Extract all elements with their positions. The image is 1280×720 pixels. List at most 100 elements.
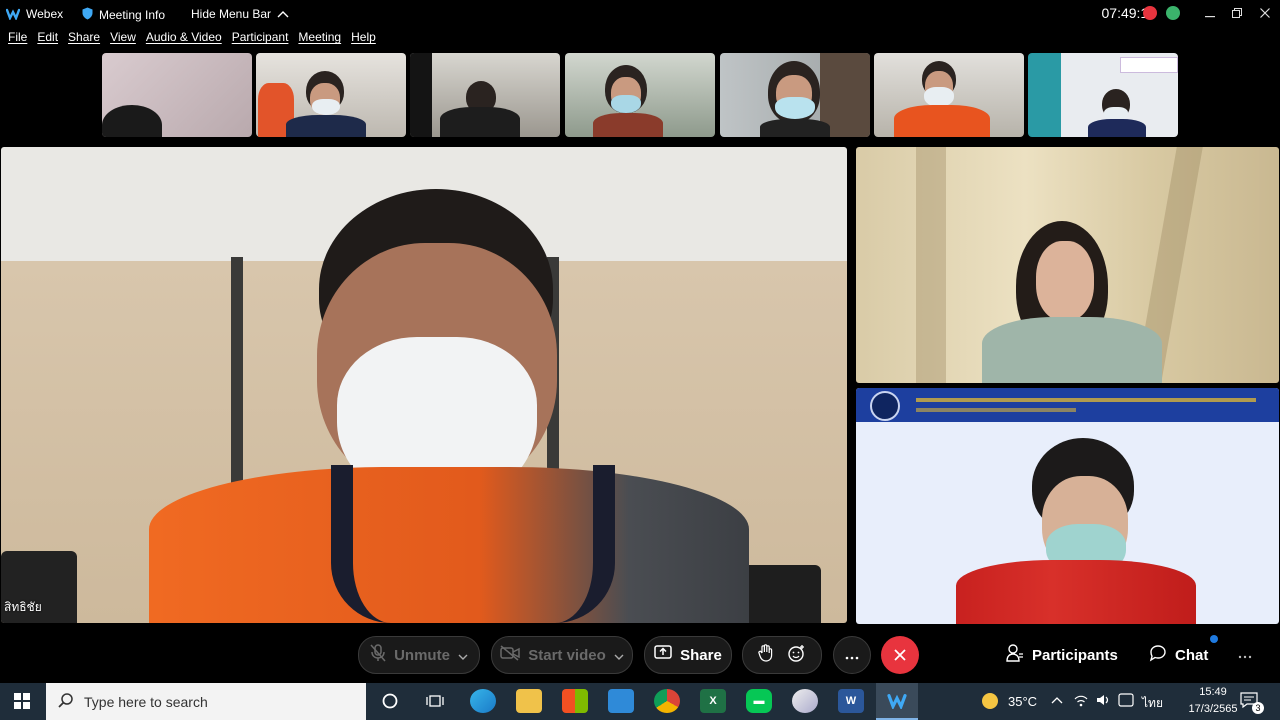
chevron-up-icon[interactable]	[1051, 693, 1063, 707]
minimize-button[interactable]	[1199, 4, 1221, 22]
unmute-button[interactable]: Unmute	[358, 636, 480, 674]
menu-file[interactable]: File	[8, 30, 27, 50]
excel-icon[interactable]: X	[700, 689, 726, 713]
more-panels-button[interactable]	[1238, 646, 1252, 664]
weather-temperature[interactable]: 35°C	[1008, 694, 1037, 709]
edge-browser-icon[interactable]	[470, 689, 496, 713]
task-view-button[interactable]	[426, 693, 444, 714]
participant-body	[286, 115, 366, 137]
more-options-button[interactable]	[833, 636, 871, 674]
chat-label: Chat	[1175, 646, 1209, 664]
camera-off-icon	[500, 645, 520, 665]
close-window-button[interactable]	[1254, 4, 1276, 22]
restore-button[interactable]	[1226, 4, 1248, 22]
participant-mask	[611, 95, 641, 113]
share-label: Share	[680, 646, 722, 664]
menu-share[interactable]: Share	[68, 30, 100, 50]
search-icon	[58, 692, 74, 711]
chevron-down-icon	[458, 647, 468, 664]
reactions-icon[interactable]	[788, 644, 806, 666]
hide-menu-bar-label: Hide Menu Bar	[191, 7, 272, 21]
microphone-muted-icon	[370, 644, 386, 666]
recording-icon[interactable]	[1143, 6, 1157, 20]
video-thumbnail[interactable]	[256, 53, 406, 137]
chrome-icon[interactable]	[654, 689, 680, 713]
seal-logo-icon	[870, 391, 900, 421]
hide-menu-bar-button[interactable]: Hide Menu Bar	[191, 7, 289, 21]
menu-bar: File Edit Share View Audio & Video Parti…	[0, 30, 378, 50]
windows-start-button[interactable]	[14, 693, 30, 714]
participants-button[interactable]: Participants	[1006, 644, 1118, 666]
participant-mask	[924, 87, 954, 107]
ellipsis-icon	[845, 647, 859, 663]
input-language[interactable]: ไทย	[1142, 694, 1163, 713]
menu-edit[interactable]: Edit	[37, 30, 58, 50]
meeting-info-label: Meeting Info	[99, 8, 166, 22]
participant-background	[1120, 57, 1178, 73]
menu-audio-video[interactable]: Audio & Video	[146, 30, 222, 50]
app-name: Webex	[26, 7, 64, 21]
unmute-label: Unmute	[394, 646, 450, 664]
word-icon[interactable]: W	[838, 689, 864, 713]
banner-text-line	[916, 408, 1076, 412]
menu-help[interactable]: Help	[351, 30, 376, 50]
meeting-info-button[interactable]: Meeting Info	[82, 7, 165, 23]
share-screen-icon	[654, 645, 672, 665]
weather-sun-icon[interactable]	[982, 693, 998, 709]
participant-body	[593, 113, 663, 137]
video-thumbnail[interactable]	[720, 53, 870, 137]
webex-taskbar-icon[interactable]	[876, 683, 918, 720]
video-thumbnail[interactable]	[874, 53, 1024, 137]
participant-background	[410, 53, 432, 137]
line-app-icon[interactable]: ▬	[746, 689, 772, 713]
active-speaker-video[interactable]	[1, 147, 847, 623]
video-thumbnail[interactable]	[565, 53, 715, 137]
reactions-group	[742, 636, 822, 674]
shield-icon	[82, 7, 93, 23]
title-bar: Webex Meeting Info Hide Menu Bar 07:49:1…	[0, 0, 1280, 28]
share-button[interactable]: Share	[644, 636, 732, 674]
network-health-icon[interactable]	[1166, 6, 1180, 20]
participant-jacket	[956, 560, 1196, 624]
participant-mask	[775, 97, 815, 119]
taskbar-date[interactable]: 17/3/2565	[1188, 703, 1238, 715]
snipping-tool-icon[interactable]	[792, 689, 818, 713]
network-icon[interactable]	[1073, 693, 1089, 710]
participant-video[interactable]	[856, 388, 1279, 624]
webex-logo-icon	[5, 8, 21, 21]
menu-view[interactable]: View	[110, 30, 136, 50]
participant-face	[1036, 241, 1094, 321]
start-video-button[interactable]: Start video	[491, 636, 633, 674]
participant-silhouette	[102, 105, 162, 137]
participant-mask	[312, 99, 340, 115]
chat-notification-dot	[1210, 635, 1218, 643]
chevron-up-icon	[277, 7, 289, 21]
leave-meeting-button[interactable]	[881, 636, 919, 674]
raise-hand-icon[interactable]	[758, 644, 774, 666]
taskbar-search-box[interactable]: Type here to search	[46, 683, 366, 720]
tray-app-icon[interactable]	[1118, 693, 1134, 710]
windows-taskbar: Type here to search X ▬ W 35°C ไทย 15:49…	[0, 683, 1280, 720]
menu-meeting[interactable]: Meeting	[298, 30, 341, 50]
cortana-button[interactable]	[382, 693, 398, 714]
menu-participant[interactable]: Participant	[232, 30, 289, 50]
app-title: Webex	[5, 7, 64, 21]
video-thumbnail[interactable]	[1028, 53, 1178, 137]
chat-bubble-icon	[1149, 644, 1167, 666]
participant-video[interactable]	[856, 147, 1279, 383]
mail-icon[interactable]	[608, 689, 634, 713]
file-explorer-icon[interactable]	[516, 689, 542, 713]
close-icon	[1260, 6, 1270, 21]
person-icon	[1006, 644, 1024, 666]
video-thumbnail[interactable]	[102, 53, 252, 137]
ellipsis-icon	[1238, 646, 1252, 663]
video-thumbnail[interactable]	[410, 53, 560, 137]
microsoft-store-icon[interactable]	[562, 689, 588, 713]
banner	[856, 388, 1279, 422]
minimize-icon	[1205, 6, 1215, 21]
chevron-down-icon	[614, 647, 624, 664]
taskbar-time[interactable]: 15:49	[1188, 686, 1238, 698]
notification-count-badge: 3	[1252, 702, 1264, 714]
chat-button[interactable]: Chat	[1149, 644, 1208, 666]
volume-icon[interactable]	[1096, 693, 1112, 710]
